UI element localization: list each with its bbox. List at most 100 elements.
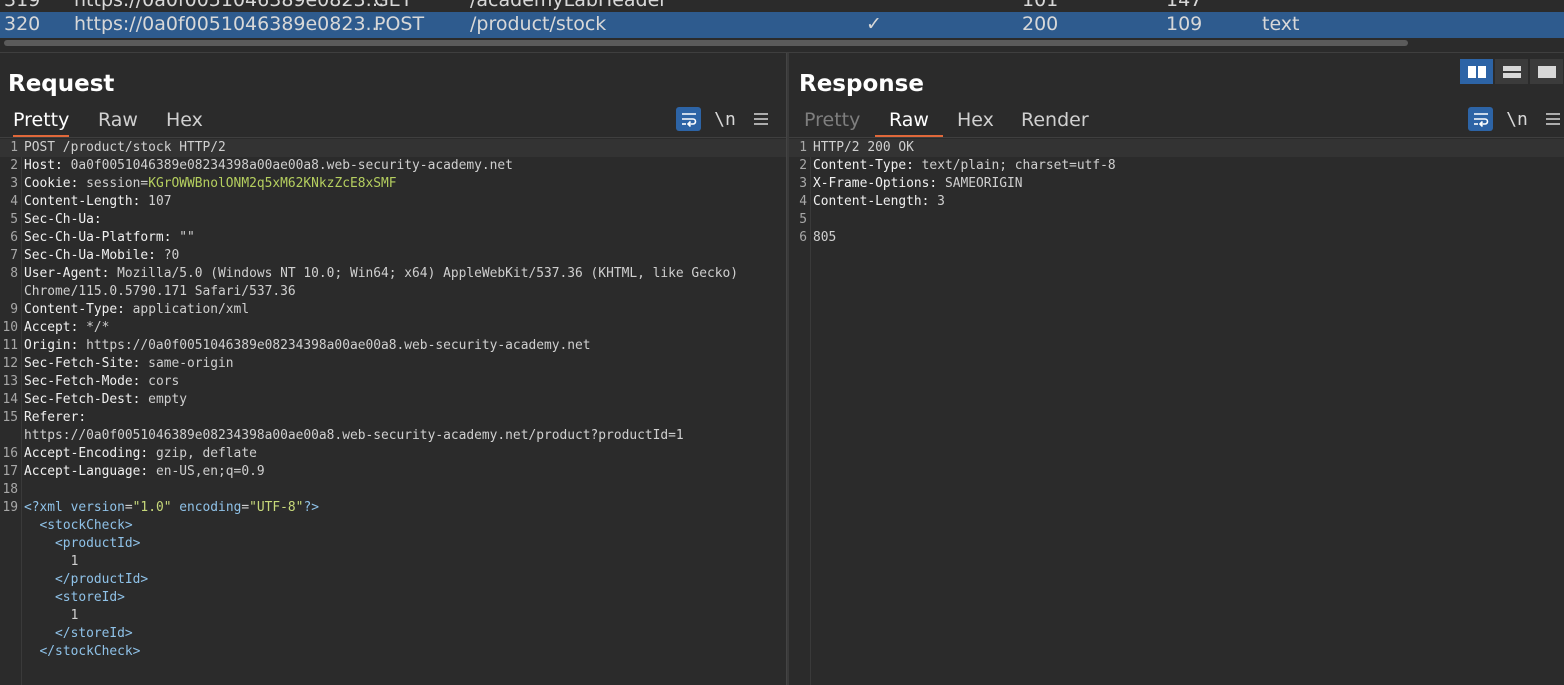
line-code: Sec-Fetch-Dest: empty [24, 391, 187, 409]
row-length: 109 [1166, 13, 1203, 35]
request-line: 1 POST /product/stock HTTP/2 [0, 139, 786, 157]
line-code: Content-Type: text/plain; charset=utf-8 [813, 157, 1116, 175]
line-code: Referer: [24, 409, 86, 427]
line-number: 13 [2, 374, 18, 389]
request-line: 15 Referer: [0, 409, 786, 427]
row-url: /academyLabHeader [470, 0, 668, 11]
line-code: </productId> [24, 571, 148, 589]
line-code: Sec-Ch-Ua: [24, 211, 102, 229]
line-code: Accept-Language: en-US,en;q=0.9 [24, 463, 265, 481]
request-line: 10 Accept: */* [0, 319, 786, 337]
line-number: 18 [2, 482, 18, 497]
line-code: 1 [24, 553, 79, 571]
line-code: Host: 0a0f0051046389e08234398a00ae00a8.w… [24, 157, 513, 175]
columns-icon [1467, 65, 1486, 78]
header-name: Cookie: [24, 176, 79, 191]
request-tabs-divider [0, 137, 786, 138]
line-number: 5 [10, 212, 18, 227]
response-show-newlines-button[interactable]: \n [1505, 107, 1529, 131]
xml-tag: <storeId> [55, 590, 125, 605]
response-line: 5 [789, 211, 1564, 229]
line-number: 4 [799, 194, 807, 209]
response-pane: Response Pretty Raw Hex Render \n 1 HTTP… [789, 53, 1564, 685]
header-name: Sec-Ch-Ua-Mobile: [24, 248, 156, 263]
request-editor[interactable]: 1 POST /product/stock HTTP/2 2 Host: 0a0f00… [0, 139, 786, 685]
request-line: 7 Sec-Ch-Ua-Mobile: ?0 [0, 247, 786, 265]
row-method: GET [374, 0, 413, 11]
line-number: 16 [2, 446, 18, 461]
line-code: <productId> [24, 535, 140, 553]
response-line: 6 805 [789, 229, 1564, 247]
line-code: Cookie: session=KGrOWWBnolONM2q5xM62KNkz… [24, 175, 397, 193]
line-text: POST /product/stock HTTP/2 [24, 140, 226, 155]
hamburger-menu-icon [1546, 113, 1560, 125]
request-tab-hex[interactable]: Hex [166, 107, 203, 137]
request-line: </productId> [0, 571, 786, 589]
line-number: 4 [10, 194, 18, 209]
header-name: User-Agent: [24, 266, 110, 281]
line-code: Accept: */* [24, 319, 109, 337]
hamburger-menu-icon [754, 113, 768, 125]
request-line: 19 <?xml version="1.0" encoding="UTF-8"?> [0, 499, 786, 517]
response-tab-render[interactable]: Render [1021, 107, 1089, 137]
header-value: */* [78, 320, 110, 335]
layout-stacked-button[interactable] [1494, 58, 1529, 85]
header-name: Sec-Fetch-Site: [24, 356, 141, 371]
response-editor[interactable]: 1 HTTP/2 200 OK 2 Content-Type: text/plain;… [789, 139, 1564, 685]
request-tab-raw[interactable]: Raw [98, 107, 138, 137]
request-line: https://0a0f0051046389e08234398a00ae00a8… [0, 427, 786, 445]
row-id: 319 [4, 0, 41, 11]
header-value: gzip, deflate [148, 446, 257, 461]
request-line: <productId> [0, 535, 786, 553]
response-tab-pretty[interactable]: Pretty [804, 107, 860, 137]
line-number: 5 [799, 212, 807, 227]
layout-single-button[interactable] [1529, 58, 1564, 85]
line-code: POST /product/stock HTTP/2 [24, 139, 226, 157]
header-name: Sec-Ch-Ua-Platform: [24, 230, 172, 245]
header-name: Accept: [24, 320, 79, 335]
history-row-320-selected[interactable]: 320 https://0a0f0051046389e0823... POST … [0, 12, 1564, 38]
request-wrap-lines-button[interactable] [676, 107, 701, 131]
request-line: <storeId> [0, 589, 786, 607]
line-text: https://0a0f0051046389e08234398a00ae00a8… [24, 428, 684, 443]
header-value: SAMEORIGIN [937, 176, 1023, 191]
request-line: 3 Cookie: session=KGrOWWBnolONM2q5xM62KNk… [0, 175, 786, 193]
response-wrap-lines-button[interactable] [1468, 107, 1493, 131]
header-name: Content-Length: [813, 194, 930, 209]
line-number: 12 [2, 356, 18, 371]
header-name: Accept-Language: [24, 464, 149, 479]
line-code: Chrome/115.0.5790.171 Safari/537.36 [24, 283, 296, 301]
header-name: Sec-Ch-Ua: [24, 212, 102, 227]
line-code: </storeId> [24, 625, 133, 643]
layout-toggle-group [1459, 58, 1564, 85]
line-code: </stockCheck> [24, 643, 141, 661]
line-code: <?xml version="1.0" encoding="UTF-8"?> [24, 499, 319, 517]
line-text: 1 [24, 554, 79, 569]
response-menu-button[interactable] [1541, 107, 1564, 131]
xml-attr-value: "1.0" [132, 500, 172, 515]
line-number: 19 [2, 500, 18, 515]
response-tab-hex[interactable]: Hex [957, 107, 994, 137]
header-value: empty [140, 392, 187, 407]
row-mime: text [1262, 13, 1300, 35]
line-text: HTTP/2 200 OK [813, 140, 914, 155]
history-scrollbar-thumb[interactable] [4, 40, 1408, 46]
response-line: 4 Content-Length: 3 [789, 193, 1564, 211]
request-line: </stockCheck> [0, 643, 786, 661]
response-tab-raw[interactable]: Raw [875, 107, 943, 137]
request-menu-button[interactable] [749, 107, 773, 131]
layout-side-by-side-button[interactable] [1459, 58, 1494, 85]
request-show-newlines-button[interactable]: \n [713, 107, 737, 131]
xml-tag: <productId> [55, 536, 141, 551]
line-code: https://0a0f0051046389e08234398a00ae00a8… [24, 427, 684, 445]
xml-tag: </storeId> [55, 626, 133, 641]
request-line: 17 Accept-Language: en-US,en;q=0.9 [0, 463, 786, 481]
checkmark-icon: ✓ [866, 13, 882, 35]
xml-decl-close: ?> [303, 500, 319, 515]
rows-icon [1502, 65, 1521, 78]
header-value: https://0a0f0051046389e08234398a00ae00a8… [78, 338, 591, 353]
request-tab-pretty[interactable]: Pretty [13, 107, 70, 137]
line-code: Sec-Fetch-Mode: cors [24, 373, 179, 391]
